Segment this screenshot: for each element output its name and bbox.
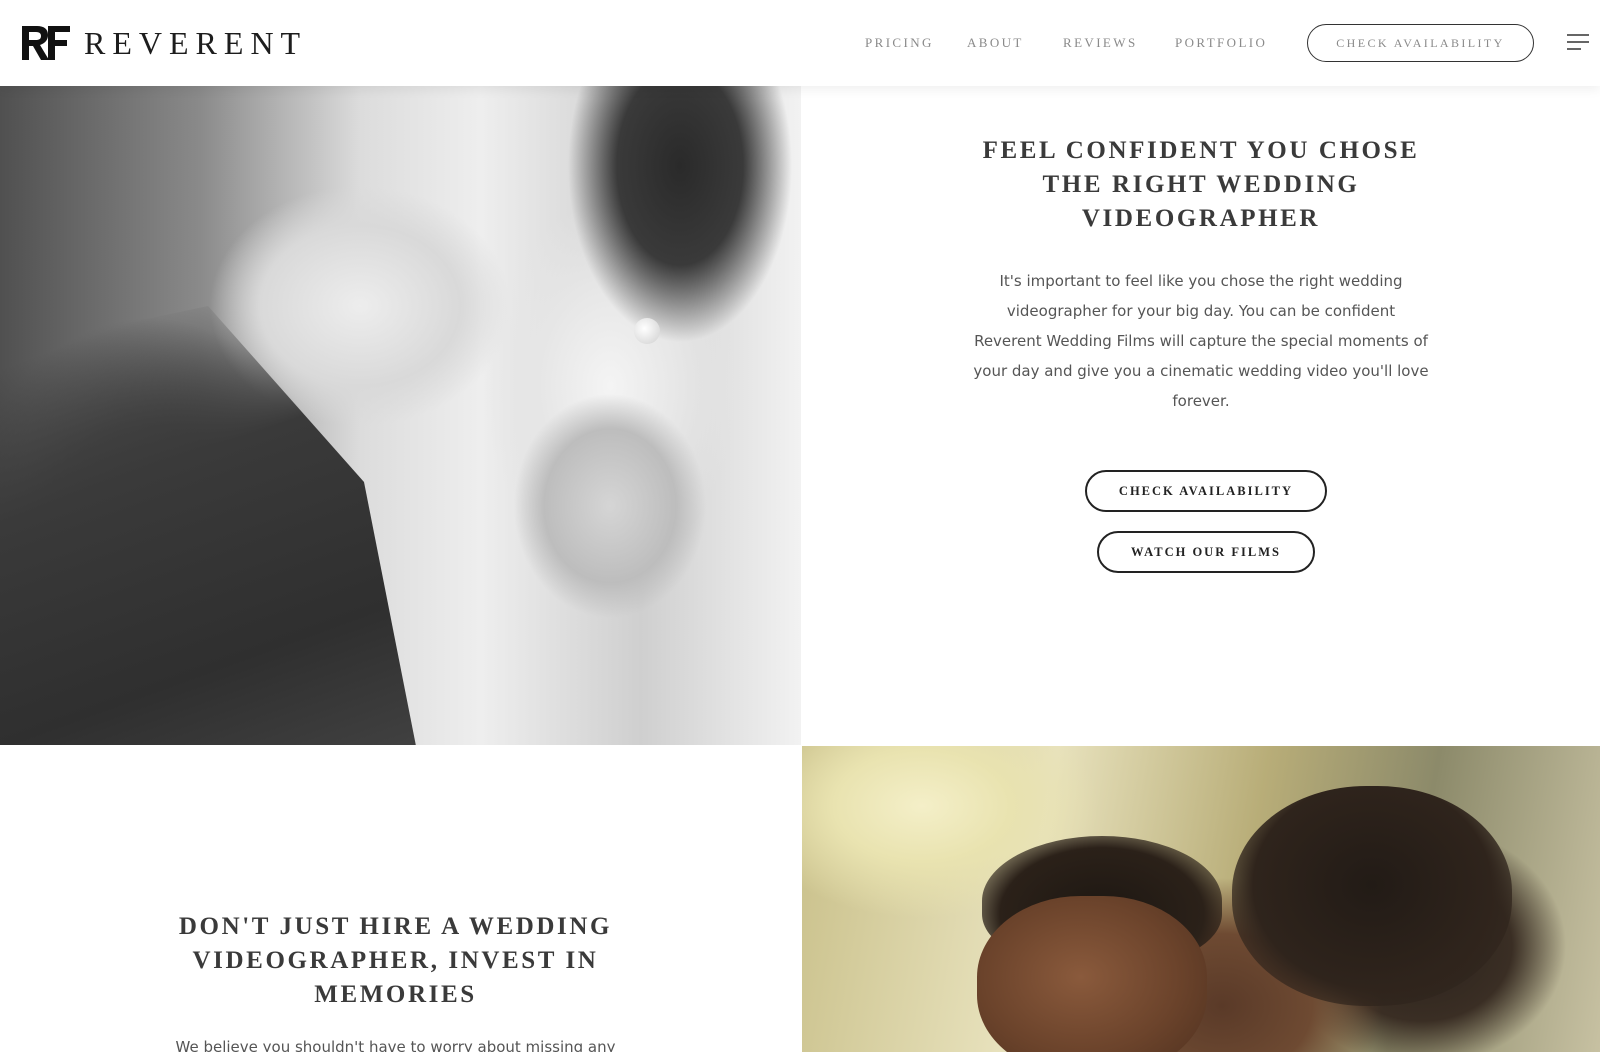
confident-body: It's important to feel like you chose th…	[802, 266, 1600, 416]
photo-detail	[1232, 786, 1512, 1006]
invest-body: We believe you shouldn't have to worry a…	[175, 1038, 616, 1052]
photo-detail	[470, 376, 750, 636]
photo-detail	[977, 896, 1207, 1052]
hamburger-menu-icon[interactable]	[1567, 34, 1589, 52]
couple-photo	[0, 86, 801, 745]
confident-heading: FEEL CONFIDENT YOU CHOSE THE RIGHT WEDDI…	[802, 134, 1600, 236]
check-availability-button[interactable]: CHECK AVAILABILITY	[1085, 470, 1327, 512]
heading-line: MEMORIES	[314, 981, 477, 1008]
photo-detail	[634, 318, 660, 344]
body-line: your day and give you a cinematic weddin…	[973, 362, 1429, 380]
invest-heading: DON'T JUST HIRE A WEDDING VIDEOGRAPHER, …	[0, 910, 791, 1012]
site-logo[interactable]: REVERENT	[18, 22, 307, 64]
rf-monogram-logo-icon	[22, 26, 70, 60]
confident-section: FEEL CONFIDENT YOU CHOSE THE RIGHT WEDDI…	[802, 86, 1600, 745]
heading-line: THE RIGHT WEDDING	[1042, 171, 1360, 198]
body-line: Reverent Wedding Films will capture the …	[974, 332, 1428, 350]
heading-line: DON'T JUST HIRE A WEDDING	[178, 913, 613, 940]
nav-link-reviews[interactable]: REVIEWS	[1063, 30, 1138, 56]
watch-our-films-button[interactable]: WATCH OUR FILMS	[1097, 531, 1315, 573]
body-line: videographer for your big day. You can b…	[1006, 302, 1396, 320]
body-line: It's important to feel like you chose th…	[999, 272, 1403, 290]
nav-link-portfolio[interactable]: PORTFOLIO	[1175, 30, 1267, 56]
site-header: REVERENT PRICING ABOUT REVIEWS PORTFOLIO…	[0, 0, 1600, 86]
heading-line: VIDEOGRAPHER, INVEST IN	[192, 947, 599, 974]
nav-link-pricing[interactable]: PRICING	[865, 30, 934, 56]
header-check-availability-button[interactable]: CHECK AVAILABILITY	[1307, 24, 1534, 62]
invest-section: DON'T JUST HIRE A WEDDING VIDEOGRAPHER, …	[0, 746, 801, 1052]
embrace-photo	[802, 746, 1600, 1052]
nav-link-about[interactable]: ABOUT	[967, 30, 1024, 56]
heading-line: FEEL CONFIDENT YOU CHOSE	[982, 137, 1420, 164]
heading-line: VIDEOGRAPHER	[1081, 205, 1321, 232]
photo-detail	[0, 306, 416, 745]
brand-name: REVERENT	[84, 25, 308, 61]
body-line: forever.	[1172, 392, 1230, 410]
